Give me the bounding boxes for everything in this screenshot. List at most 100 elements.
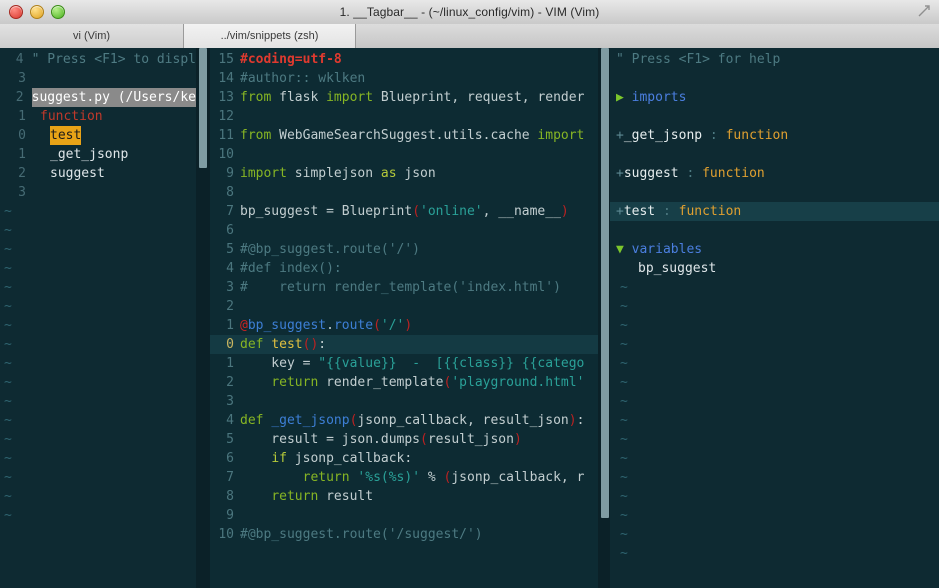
code-scrollbar-thumb[interactable] [601,48,609,518]
code-line[interactable]: 10 [210,145,598,164]
tilde-marker: ~ [4,489,12,504]
code-line-number: 13 [218,90,234,105]
code-token: render_template [318,375,444,390]
expand-icon[interactable] [917,4,931,18]
tagbar-variable-label: bp_suggest [638,261,717,276]
taglist-row[interactable]: 1 _get_jsonp [0,145,196,164]
code-line[interactable]: 5 #@bp_suggest.route('/') [210,240,598,259]
left-scrollbar-thumb[interactable] [199,48,207,168]
code-line[interactable]: 1 @bp_suggest.route('/') [210,316,598,335]
expand-plus-icon[interactable]: + [616,204,624,219]
code-token: json [396,166,436,181]
code-line[interactable]: 8 return result [210,487,598,506]
code-line-text: return render_template('playground.html' [240,373,598,392]
code-line-text: @bp_suggest.route('/') [240,316,598,335]
tab-snippets[interactable]: ../vim/snippets (zsh) [184,24,356,48]
tilde-marker: ~ [620,375,628,390]
code-line[interactable]: 14 #author:: wklken [210,69,598,88]
tagbar-kind-separator: : [702,128,726,143]
tagbar-tag-test[interactable]: +test : function [610,202,939,221]
code-line[interactable]: 12 [210,107,598,126]
tagbar-help-label: " Press <F1> for help [616,52,781,67]
chevron-right-icon[interactable]: ▶ [616,90,632,105]
taglist-row[interactable]: 1 function [0,107,196,126]
code-line[interactable]: 0 def test(): [210,335,598,354]
taglist-empty-row: ~ [0,335,196,354]
code-token: key = [240,356,319,371]
code-line[interactable]: 7 bp_suggest = Blueprint('online', __name… [210,202,598,221]
tilde-marker: ~ [4,280,12,295]
code-line[interactable]: 10 #@bp_suggest.route('/suggest/') [210,525,598,544]
code-token: as [380,166,397,181]
tilde-marker: ~ [620,394,628,409]
tilde-marker: ~ [620,489,628,504]
taglist-row[interactable]: 3 [0,69,196,88]
code-line[interactable]: 5 result = json.dumps(result_json) [210,430,598,449]
code-token: return [271,375,319,390]
code-token: def [240,413,264,428]
code-line[interactable]: 6 [210,221,598,240]
code-line-number: 0 [226,337,234,352]
code-line[interactable]: 8 [210,183,598,202]
code-line[interactable]: 7 return '%s(%s)' % (jsonp_callback, r [210,468,598,487]
tilde-marker: ~ [4,356,12,371]
code-token: : [318,337,327,352]
taglist-row[interactable]: 0 test [0,126,196,145]
taglist-row[interactable]: 2 suggest [0,164,196,183]
tagbar-tag-_get_jsonp[interactable]: +_get_jsonp : function [610,126,939,145]
code-line[interactable]: 15 #coding=utf-8 [210,50,598,69]
code-token: result_json [427,432,514,447]
code-line[interactable]: 9 [210,506,598,525]
code-line[interactable]: 4 #def index(): [210,259,598,278]
code-line-number: 8 [226,185,234,200]
chevron-down-icon[interactable]: ▼ [616,242,632,257]
code-line-number: 7 [226,470,234,485]
taglist-line-number: 2 [18,166,26,181]
code-token: ) [513,432,522,447]
code-line-text: from flask import Blueprint, request, re… [240,88,598,107]
tab-vi[interactable]: vi (Vim) [0,24,184,48]
tagbar-variable-bp_suggest[interactable]: bp_suggest [610,259,939,278]
expand-plus-icon[interactable]: + [616,128,624,143]
tagbar-pane[interactable]: " Press <F1> for help ▶ imports +_get_js… [610,48,939,588]
code-pane[interactable]: 15 #coding=utf-8 14 #author:: wklken13 from … [210,48,598,588]
code-line[interactable]: 6 if jsonp_callback: [210,449,598,468]
tilde-marker: ~ [4,375,12,390]
taglist-row[interactable]: 2 suggest.py (/Users/ke [0,88,196,107]
tagbar-empty-row: ~ [610,297,939,316]
code-line[interactable]: 2 [210,297,598,316]
taglist-row[interactable]: 3 [0,183,196,202]
code-line[interactable]: 11 from WebGameSearchSuggest.utils.cache … [210,126,598,145]
code-token: # return render_template('index.html') [240,280,561,295]
window-title: 1. __Tagbar__ - (~/linux_config/vim) - V… [339,5,600,19]
code-line[interactable]: 4 def _get_jsonp(jsonp_callback, result_j… [210,411,598,430]
code-line[interactable]: 2 return render_template('playground.htm… [210,373,598,392]
taglist-row[interactable]: 4 " Press <F1> to displ [0,50,196,69]
code-line[interactable]: 13 from flask import Blueprint, request, … [210,88,598,107]
code-line-text: result = json.dumps(result_json) [240,430,598,449]
taglist-line-number: 1 [18,109,26,124]
tagbar-tag-name: suggest [623,166,679,181]
code-line[interactable]: 9 import simplejson as json [210,164,598,183]
code-line[interactable]: 1 key = "{{value}} - [{{class}} {{catego [210,354,598,373]
tilde-marker: ~ [4,394,12,409]
left-scrollbar[interactable] [196,48,210,588]
code-token: import [326,90,374,105]
code-line[interactable]: 3 [210,392,598,411]
code-scrollbar[interactable] [598,48,610,588]
taglist-pane[interactable]: 4 " Press <F1> to displ 3 2 suggest.py (/Use… [0,48,196,588]
code-token: '/' [380,318,405,333]
code-line-number: 8 [226,489,234,504]
tagbar-scope-variables[interactable]: ▼ variables [610,240,939,259]
tagbar-scope-imports[interactable]: ▶ imports [610,88,939,107]
tagbar-tag-suggest[interactable]: +suggest : function [610,164,939,183]
code-token: ) [560,204,569,219]
code-token: _get_jsonp [271,413,350,428]
code-line[interactable]: 3 # return render_template('index.html') [210,278,598,297]
expand-plus-icon[interactable]: + [616,166,624,181]
tilde-marker: ~ [4,413,12,428]
